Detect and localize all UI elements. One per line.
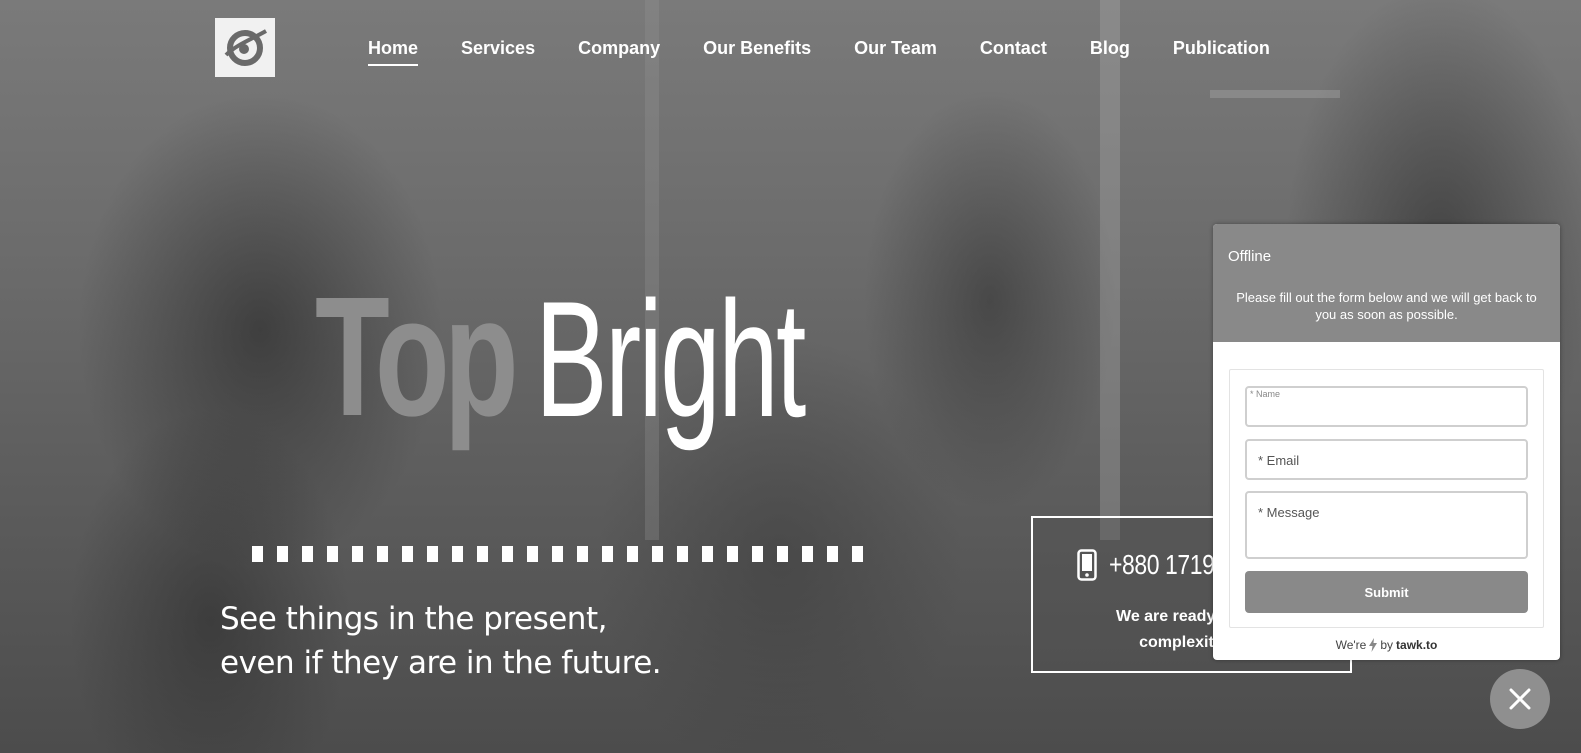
decorative-dash-divider	[252, 546, 863, 562]
powered-by-tawk[interactable]: We're by tawk.to	[1213, 638, 1560, 652]
nav-item-contact[interactable]: Contact	[980, 36, 1047, 66]
nav-item-home[interactable]: Home	[368, 36, 419, 66]
chat-status: Offline	[1228, 248, 1272, 265]
nav-item-company[interactable]: Company	[578, 36, 660, 66]
phone-number[interactable]: +880 1719	[1109, 549, 1215, 581]
mobile-phone-icon	[1077, 549, 1097, 581]
headline-top: Top	[315, 262, 519, 452]
brand-logo-icon	[224, 28, 267, 66]
brand-logo[interactable]	[215, 18, 275, 77]
nav-item-our-benefits[interactable]: Our Benefits	[703, 36, 811, 66]
chat-close-button[interactable]	[1490, 669, 1550, 729]
nav-item-publication[interactable]: Publication	[1173, 36, 1270, 66]
nav-item-blog[interactable]: Blog	[1090, 36, 1130, 66]
chat-offline-message: Please fill out the form below and we wi…	[1236, 290, 1537, 322]
nav-item-services[interactable]: Services	[461, 36, 535, 66]
main-nav: Home Services Company Our Benefits Our T…	[368, 36, 1313, 66]
offline-form: * Name * Email * Message Submit	[1229, 369, 1544, 628]
chat-widget: Offline Please fill out the form below a…	[1213, 224, 1560, 660]
nav-item-our-team[interactable]: Our Team	[854, 36, 937, 66]
tagline-line-1: See things in the present,	[220, 601, 607, 637]
message-field[interactable]: * Message	[1245, 491, 1528, 559]
background-shelf	[1210, 90, 1340, 98]
hero-headline: Top Bright	[315, 272, 942, 442]
hero-tagline: See things in the present, even if they …	[220, 597, 662, 685]
submit-button[interactable]: Submit	[1245, 571, 1528, 613]
headline-bright: Bright	[535, 267, 806, 451]
close-icon	[1509, 688, 1531, 710]
name-field[interactable]: * Name	[1245, 386, 1528, 427]
tagline-line-2: even if they are in the future.	[220, 645, 662, 681]
email-field[interactable]: * Email	[1245, 439, 1528, 480]
background-window-frame	[1100, 0, 1120, 540]
name-field-label: * Name	[1250, 389, 1281, 399]
email-field-placeholder: * Email	[1258, 453, 1300, 468]
message-field-placeholder: * Message	[1258, 505, 1320, 520]
lightning-bolt-icon	[1369, 638, 1378, 652]
chat-header: Offline Please fill out the form below a…	[1213, 224, 1560, 342]
